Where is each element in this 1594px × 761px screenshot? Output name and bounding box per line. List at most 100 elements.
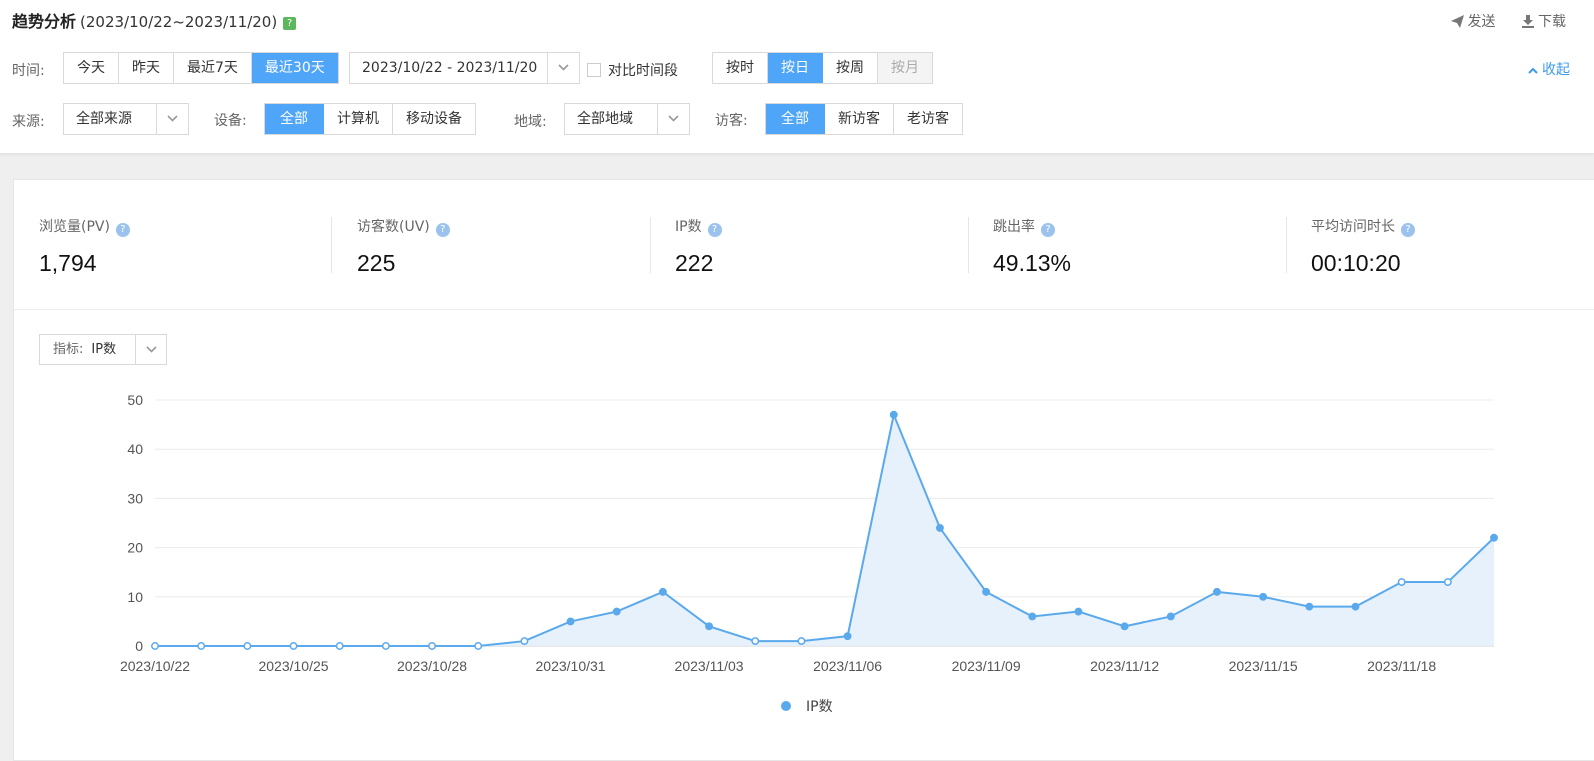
data-point xyxy=(1351,602,1360,611)
x-tick-label: 2023/11/18 xyxy=(1367,658,1436,674)
data-point xyxy=(1028,612,1037,621)
device-label: 设备: xyxy=(214,113,247,129)
page-title: 趋势分析 (2023/10/22~2023/11/20)? xyxy=(12,8,297,32)
title-date-range: (2023/10/22~2023/11/20) xyxy=(80,13,278,31)
device-computer[interactable]: 计算机 xyxy=(324,104,393,134)
chevron-down-icon xyxy=(167,115,178,122)
chevron-down-icon xyxy=(668,115,679,122)
source-dropdown[interactable] xyxy=(156,104,188,134)
data-point xyxy=(335,642,344,650)
x-tick-label: 2023/10/25 xyxy=(258,658,328,674)
data-point xyxy=(520,637,529,646)
checkbox-box[interactable] xyxy=(587,63,601,77)
data-point xyxy=(1120,622,1129,631)
device-group: 全部 计算机 移动设备 xyxy=(264,103,476,135)
data-point xyxy=(935,523,944,532)
data-point xyxy=(705,622,714,631)
device-all[interactable]: 全部 xyxy=(265,104,324,134)
granularity-group: 按时 按日 按周 按月 xyxy=(712,52,933,84)
send-button[interactable]: 发送 xyxy=(1450,14,1496,30)
granularity-day[interactable]: 按日 xyxy=(768,53,823,83)
paper-plane-icon xyxy=(1450,15,1464,28)
x-tick-label: 2023/11/09 xyxy=(952,658,1021,674)
title-text: 趋势分析 xyxy=(12,12,77,31)
x-tick-label: 2023/10/28 xyxy=(397,658,467,674)
data-point xyxy=(1166,612,1175,621)
data-point xyxy=(1490,533,1498,542)
x-tick-label: 2023/11/12 xyxy=(1090,658,1159,674)
time-option-last-7-days[interactable]: 最近7天 xyxy=(174,53,252,83)
time-label: 时间: xyxy=(12,63,45,79)
data-point xyxy=(428,642,436,650)
data-point xyxy=(197,642,206,650)
time-option-today[interactable]: 今天 xyxy=(64,53,119,83)
download-button[interactable]: 下载 xyxy=(1522,14,1566,30)
x-tick-label: 2023/11/15 xyxy=(1229,658,1298,674)
data-point xyxy=(289,642,298,650)
legend-marker xyxy=(781,701,791,711)
granularity-hour[interactable]: 按时 xyxy=(713,53,768,83)
date-range-dropdown[interactable] xyxy=(547,53,579,83)
data-point xyxy=(474,642,483,650)
trend-chart: 0 10 20 30 40 50 2023/10/22 2023/10/25 2023/10/2… xyxy=(120,392,1498,715)
compare-label: 对比时间段 xyxy=(608,63,678,79)
x-tick-label: 2023/11/03 xyxy=(675,658,744,674)
region-select[interactable]: 全部地域 xyxy=(564,103,690,135)
date-range-picker[interactable]: 2023/10/22 - 2023/11/20 xyxy=(349,52,580,84)
x-tick-label: 2023/10/31 xyxy=(536,658,606,674)
data-point xyxy=(658,587,667,596)
y-tick-label: 10 xyxy=(127,589,143,605)
granularity-week[interactable]: 按周 xyxy=(823,53,878,83)
collapse-label: 收起 xyxy=(1542,62,1570,78)
send-label: 发送 xyxy=(1467,14,1496,30)
time-option-last-30-days[interactable]: 最近30天 xyxy=(251,53,338,83)
help-icon[interactable]: ? xyxy=(283,17,297,30)
data-point xyxy=(1074,607,1083,616)
data-point xyxy=(1443,578,1452,586)
region-dropdown[interactable] xyxy=(657,104,689,134)
download-label: 下载 xyxy=(1538,14,1566,30)
visitor-new[interactable]: 新访客 xyxy=(825,104,894,134)
region-value: 全部地域 xyxy=(577,111,633,127)
download-icon xyxy=(1522,15,1534,28)
data-point xyxy=(612,607,621,616)
granularity-month: 按月 xyxy=(878,53,932,83)
visitor-returning[interactable]: 老访客 xyxy=(894,104,962,134)
source-value: 全部来源 xyxy=(76,111,132,127)
data-point xyxy=(151,642,159,650)
time-option-yesterday[interactable]: 昨天 xyxy=(119,53,174,83)
date-range-value: 2023/10/22 - 2023/11/20 xyxy=(362,60,538,76)
data-point xyxy=(1259,592,1268,601)
x-tick-label: 2023/11/06 xyxy=(813,658,882,674)
device-mobile[interactable]: 移动设备 xyxy=(393,104,475,134)
chevron-up-icon xyxy=(1528,67,1538,74)
top-actions: 发送 下载 xyxy=(1429,11,1566,31)
data-point xyxy=(751,637,760,646)
data-point xyxy=(1213,587,1221,596)
source-label: 来源: xyxy=(12,114,45,130)
data-point xyxy=(982,587,991,596)
source-select[interactable]: 全部来源 xyxy=(63,103,189,135)
data-point xyxy=(1305,602,1314,611)
visitor-label: 访客: xyxy=(715,113,748,129)
compare-checkbox[interactable]: 对比时间段 xyxy=(587,60,678,80)
data-point xyxy=(843,632,852,641)
data-point xyxy=(889,410,898,419)
data-point xyxy=(381,642,390,650)
time-range-group: 今天 昨天 最近7天 最近30天 xyxy=(63,52,339,84)
visitor-group: 全部 新访客 老访客 xyxy=(765,103,963,135)
chevron-down-icon xyxy=(558,64,569,71)
trend-panel: 浏览量(PV)? 1,794 访客数(UV)? 225 IP数? 222 跳出率… xyxy=(13,179,1594,761)
y-tick-label: 50 xyxy=(127,392,143,408)
filter-bar: 趋势分析 (2023/10/22~2023/11/20)? 发送 下载 收起 时间… xyxy=(0,0,1594,154)
data-point xyxy=(1397,578,1406,586)
x-tick-label: 2023/10/22 xyxy=(120,658,190,674)
visitor-all[interactable]: 全部 xyxy=(766,104,825,134)
data-point xyxy=(243,642,252,650)
region-label: 地域: xyxy=(514,114,547,130)
data-point xyxy=(797,637,806,646)
collapse-button[interactable]: 收起 xyxy=(1528,59,1570,79)
legend-label: IP数 xyxy=(806,699,833,715)
data-point xyxy=(566,617,575,626)
y-tick-label: 40 xyxy=(127,441,143,457)
